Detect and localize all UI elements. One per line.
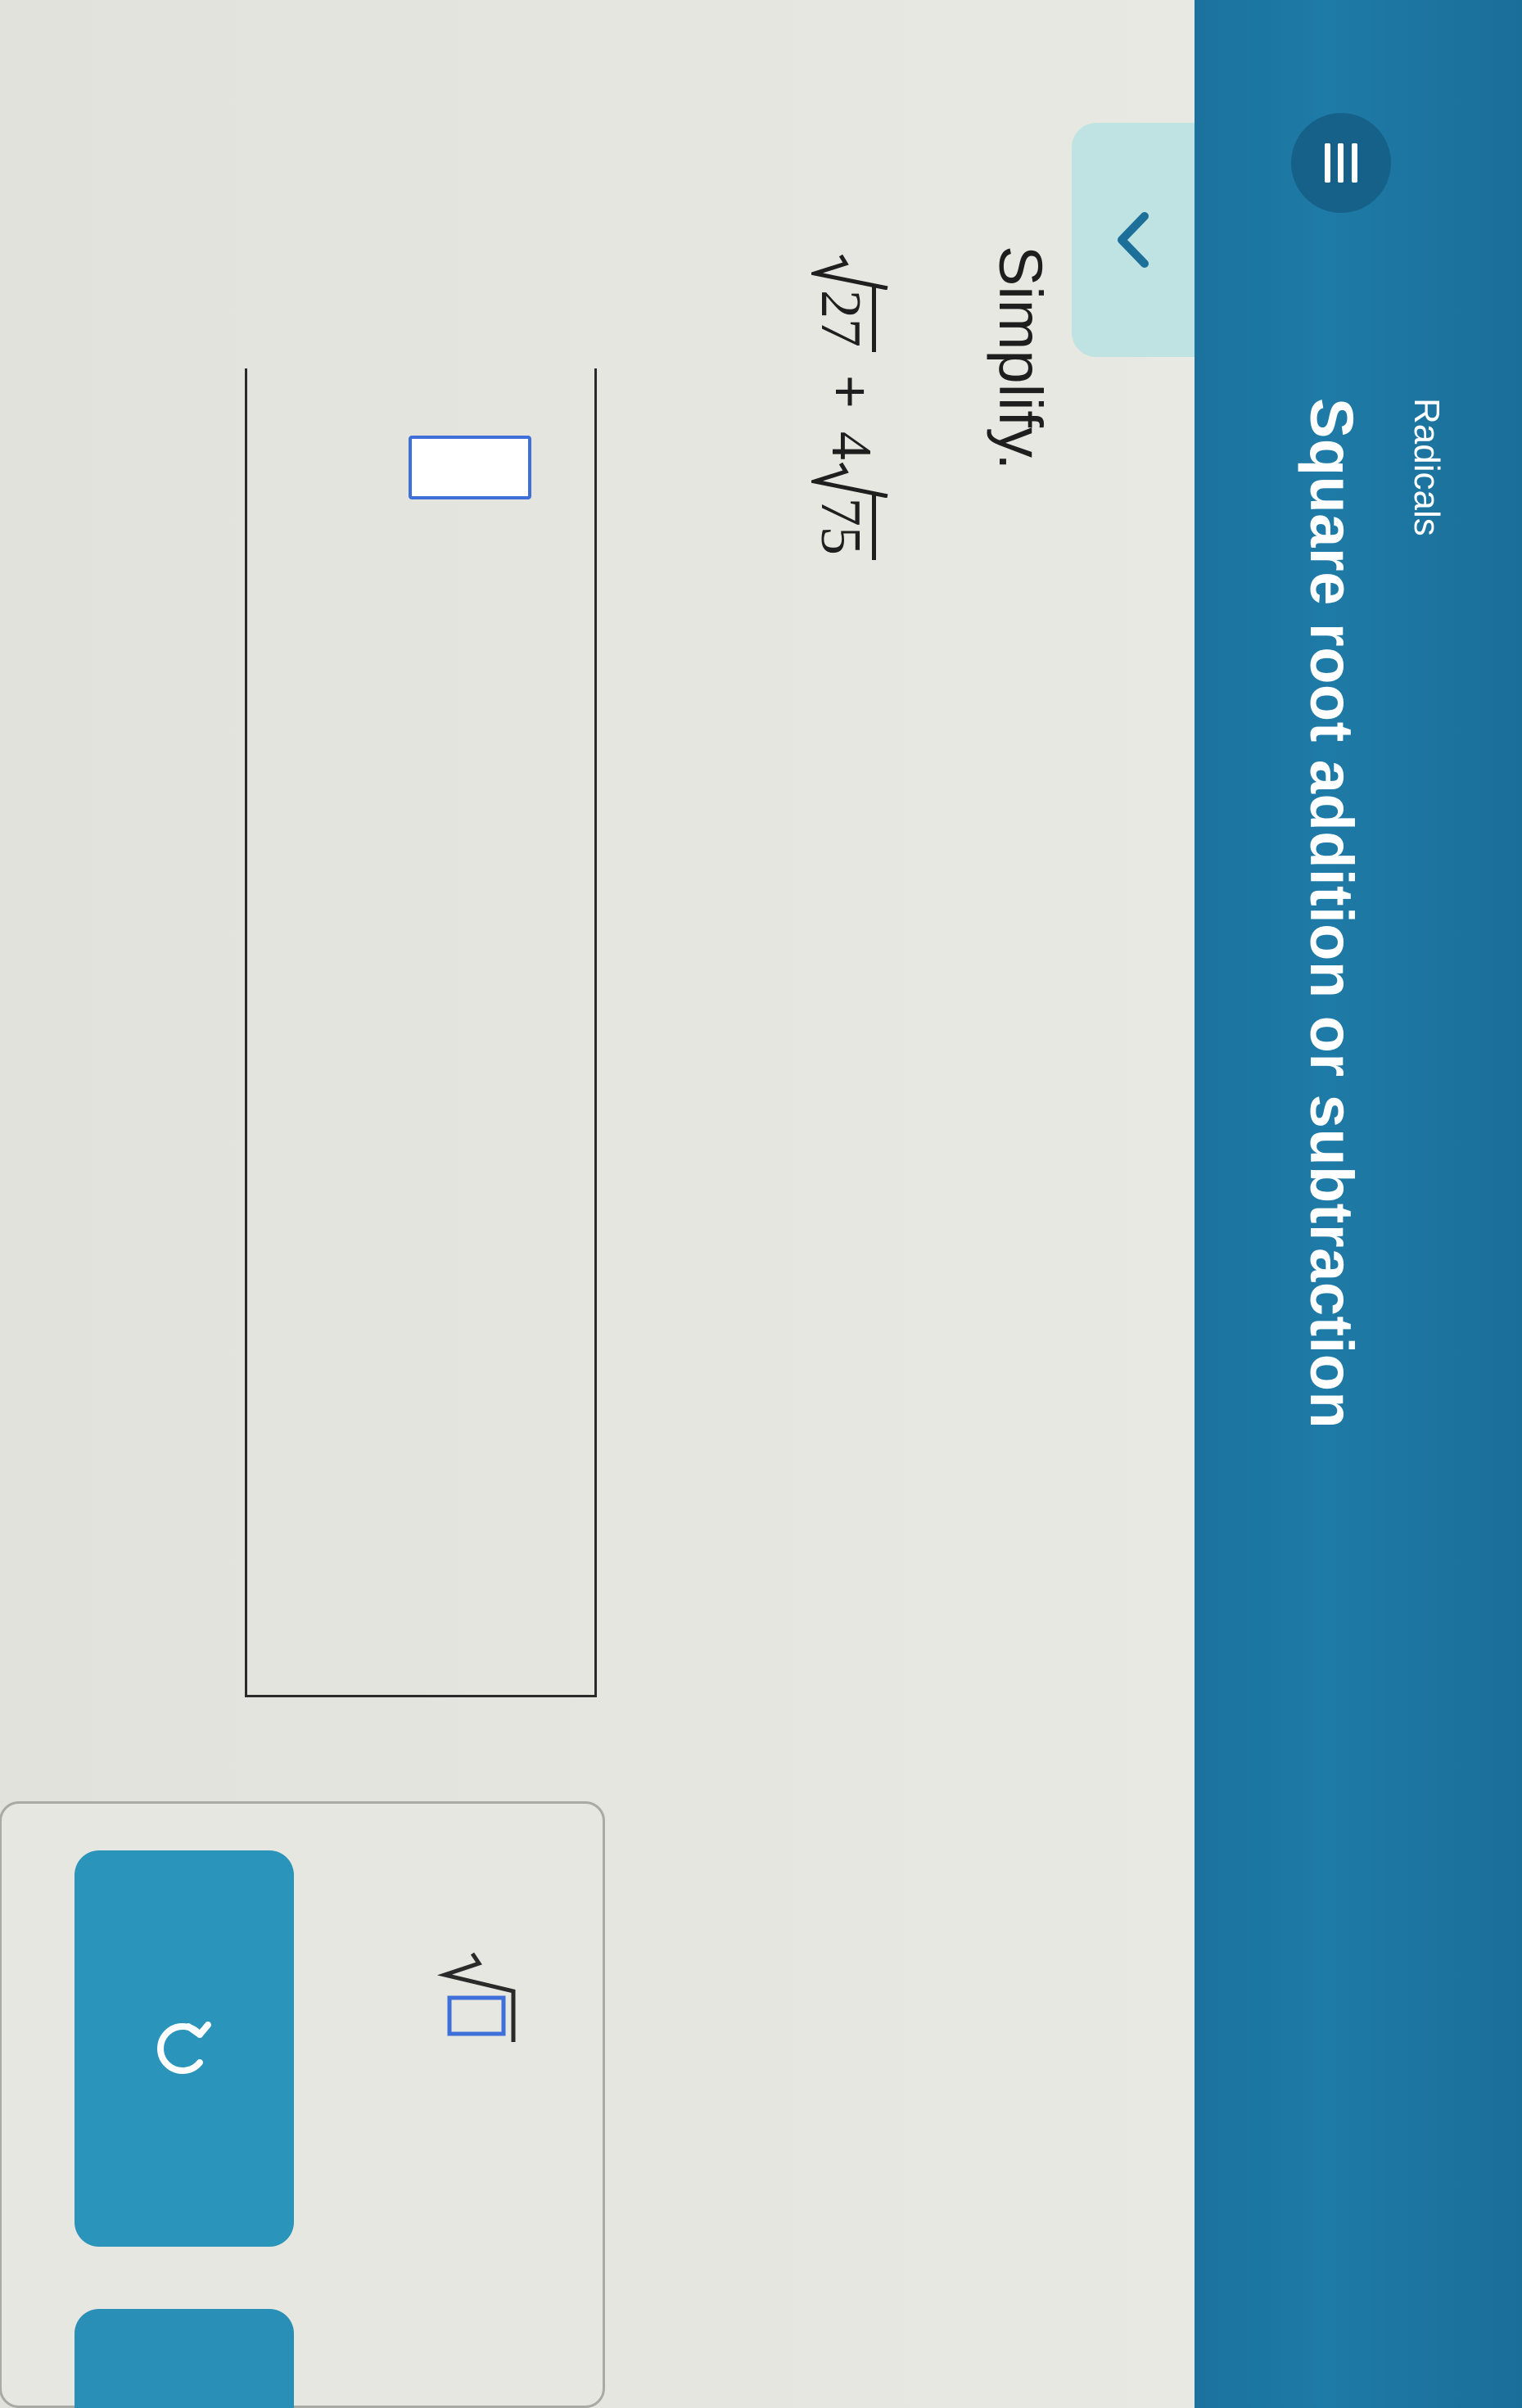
answer-input[interactable]	[409, 436, 531, 499]
radicand-1: 27	[809, 287, 876, 352]
undo-icon	[157, 2022, 211, 2074]
answer-area	[245, 368, 597, 1697]
radical-term-1: 27	[809, 254, 890, 352]
chevron-down-icon	[1118, 212, 1149, 268]
hamburger-menu-icon	[1325, 143, 1357, 183]
coefficient-2: 4	[820, 431, 883, 460]
radicand-2: 75	[809, 494, 876, 560]
menu-button[interactable]	[1291, 113, 1391, 213]
operator: +	[819, 375, 883, 409]
topic-label: Radicals	[1407, 398, 1447, 536]
undo-button[interactable]	[75, 1850, 294, 2247]
radical-sign-icon	[811, 462, 888, 498]
problem-prompt: Simplify.	[987, 246, 1055, 471]
radical-term-2: 75	[809, 462, 890, 560]
top-bar: Radicals Square root addition or subtrac…	[1195, 0, 1522, 2408]
radical-sign-icon	[811, 254, 888, 290]
problem-expression: 27 + 4 75	[802, 254, 900, 560]
lesson-title: Square root addition or subtraction	[1298, 398, 1366, 1430]
square-root-icon[interactable]	[433, 1949, 523, 2047]
photo-frame: Radicals Square root addition or subtrac…	[0, 0, 1522, 2408]
next-keypad-button[interactable]	[75, 2309, 294, 2408]
app-window: Radicals Square root addition or subtrac…	[0, 0, 1522, 2408]
collapse-header-button[interactable]	[1072, 123, 1195, 357]
